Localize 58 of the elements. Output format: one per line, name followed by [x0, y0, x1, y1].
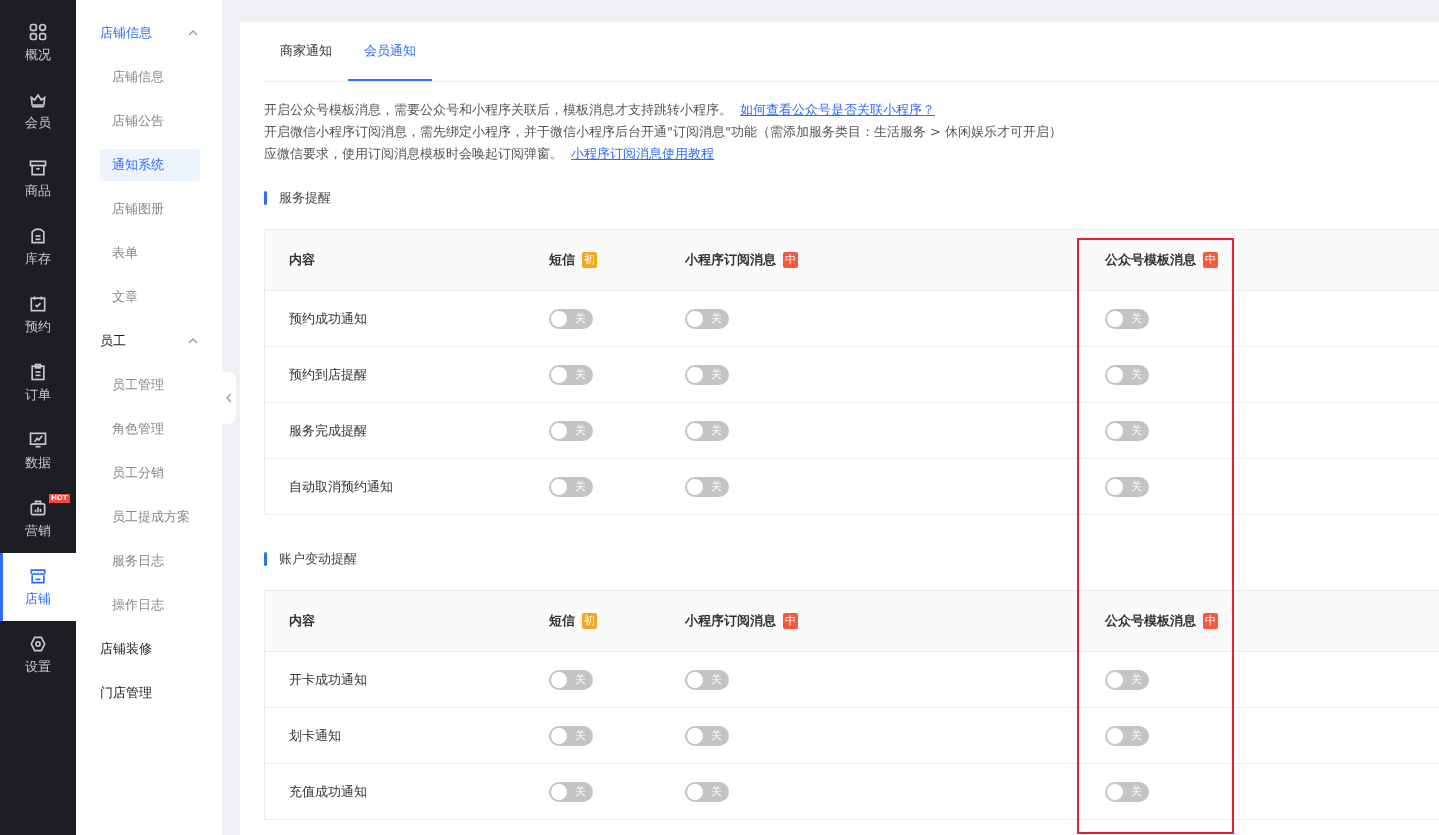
chevron-left-icon [226, 393, 232, 403]
menu-group[interactable]: 门店管理 [76, 671, 222, 715]
menu-item[interactable]: 表单 [100, 237, 200, 269]
stock-icon [28, 226, 48, 246]
notice-text: 开启公众号模板消息，需要公众号和小程序关联后，模板消息才支持跳转小程序。 如何查看公众号是否关联小程序？ [264, 101, 936, 119]
tab[interactable]: 商家通知 [264, 22, 348, 81]
menu-item[interactable]: 店铺公告 [100, 105, 200, 137]
level-badge: 中 [783, 252, 798, 268]
menu-item[interactable]: 角色管理 [100, 413, 200, 445]
notice-text: 应微信要求，使用订阅消息模板时会唤起订阅弹窗。 小程序订阅消息使用教程 [264, 145, 715, 163]
column-header: 公众号模板消息 [1105, 612, 1196, 630]
menu-item[interactable]: 操作日志 [100, 589, 200, 621]
column-header: 公众号模板消息 [1105, 251, 1196, 269]
notification-name: 开卡成功通知 [289, 670, 368, 689]
section-title: 服务提醒 [279, 189, 331, 207]
notification-name: 预约成功通知 [289, 309, 368, 328]
section-title: 账户变动提醒 [279, 550, 357, 568]
column-header: 小程序订阅消息 [685, 612, 776, 630]
level-badge: 初 [582, 613, 597, 629]
menu-item[interactable]: 店铺图册 [100, 193, 200, 225]
menu-item[interactable]: 员工管理 [100, 369, 200, 401]
notice-text: 开启微信小程序订阅消息，需先绑定小程序，并于微信小程序后台开通"订阅消息"功能（需添加服务类目：生活服务 > 休闲娱乐才可开启） [264, 123, 1064, 141]
menu-item[interactable]: 服务日志 [100, 545, 200, 577]
nav-item[interactable]: 店铺 [0, 553, 76, 621]
column-header: 内容 [289, 612, 315, 630]
level-badge: 中 [1203, 613, 1218, 629]
grid-icon [28, 22, 48, 42]
menu-group[interactable]: 店铺装修 [76, 627, 222, 671]
column-header: 小程序订阅消息 [685, 251, 776, 269]
column-header: 内容 [289, 251, 315, 269]
level-badge: 中 [783, 613, 798, 629]
menu-item[interactable]: 店铺信息 [100, 61, 200, 93]
menu-group[interactable]: 店铺信息 [76, 11, 222, 55]
help-link[interactable]: 小程序订阅消息使用教程 [571, 146, 714, 161]
level-badge: 中 [1203, 252, 1218, 268]
notification-name: 充值成功通知 [289, 782, 368, 801]
menu-group[interactable]: 员工 [76, 319, 222, 363]
column-header: 短信 [549, 251, 575, 269]
notification-name: 预约到店提醒 [289, 365, 368, 384]
box-icon [28, 158, 48, 178]
clipboard-icon [28, 362, 48, 382]
notification-name: 自动取消预约通知 [289, 477, 394, 496]
tab[interactable]: 会员通知 [348, 22, 432, 81]
menu-item[interactable]: 员工提成方案 [100, 501, 200, 533]
bag-icon [28, 498, 48, 518]
chart-icon [28, 430, 48, 450]
collapse-handle[interactable] [222, 372, 236, 424]
menu-item[interactable]: 员工分销 [100, 457, 200, 489]
level-badge: 初 [582, 252, 597, 268]
gear-icon [28, 634, 48, 654]
notification-name: 划卡通知 [289, 726, 342, 745]
help-link[interactable]: 如何查看公众号是否关联小程序？ [740, 102, 935, 117]
store-icon [28, 566, 48, 586]
column-header: 短信 [549, 612, 575, 630]
calendar-icon [28, 294, 48, 314]
notification-name: 服务完成提醒 [289, 421, 368, 440]
menu-item[interactable]: 通知系统 [100, 149, 200, 181]
menu-item[interactable]: 文章 [100, 281, 200, 313]
